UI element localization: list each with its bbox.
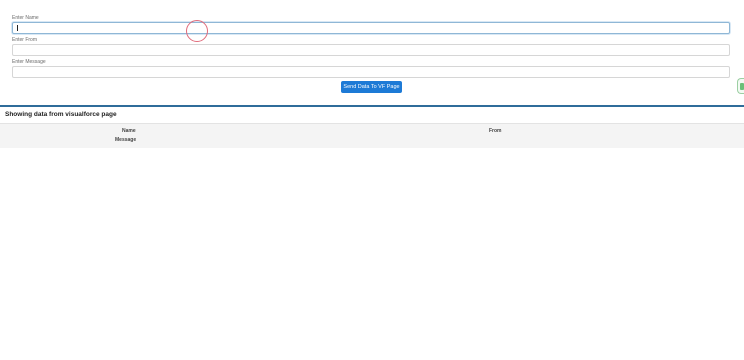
column-header-message: Message [115, 137, 137, 143]
name-input[interactable] [12, 22, 730, 34]
output-title: Showing data from visualforce page [5, 111, 117, 118]
output-table: Name From Message [0, 123, 744, 148]
column-header-name: Name [122, 128, 136, 134]
click-indicator [186, 20, 208, 42]
column-header-from: From [489, 128, 502, 134]
send-data-form: Enter Name Enter From Enter Message Send… [0, 0, 744, 104]
extension-glyph-icon [740, 83, 744, 90]
from-input[interactable] [12, 44, 730, 56]
message-label: Enter Message [12, 59, 46, 65]
output-section: Showing data from visualforce page Name … [0, 105, 744, 148]
message-input[interactable] [12, 66, 730, 78]
name-label: Enter Name [12, 15, 39, 21]
side-extension-icon[interactable] [737, 78, 744, 94]
text-caret [17, 25, 18, 31]
from-label: Enter From [12, 37, 38, 43]
send-data-button[interactable]: Send Data To VF Page [341, 81, 402, 93]
